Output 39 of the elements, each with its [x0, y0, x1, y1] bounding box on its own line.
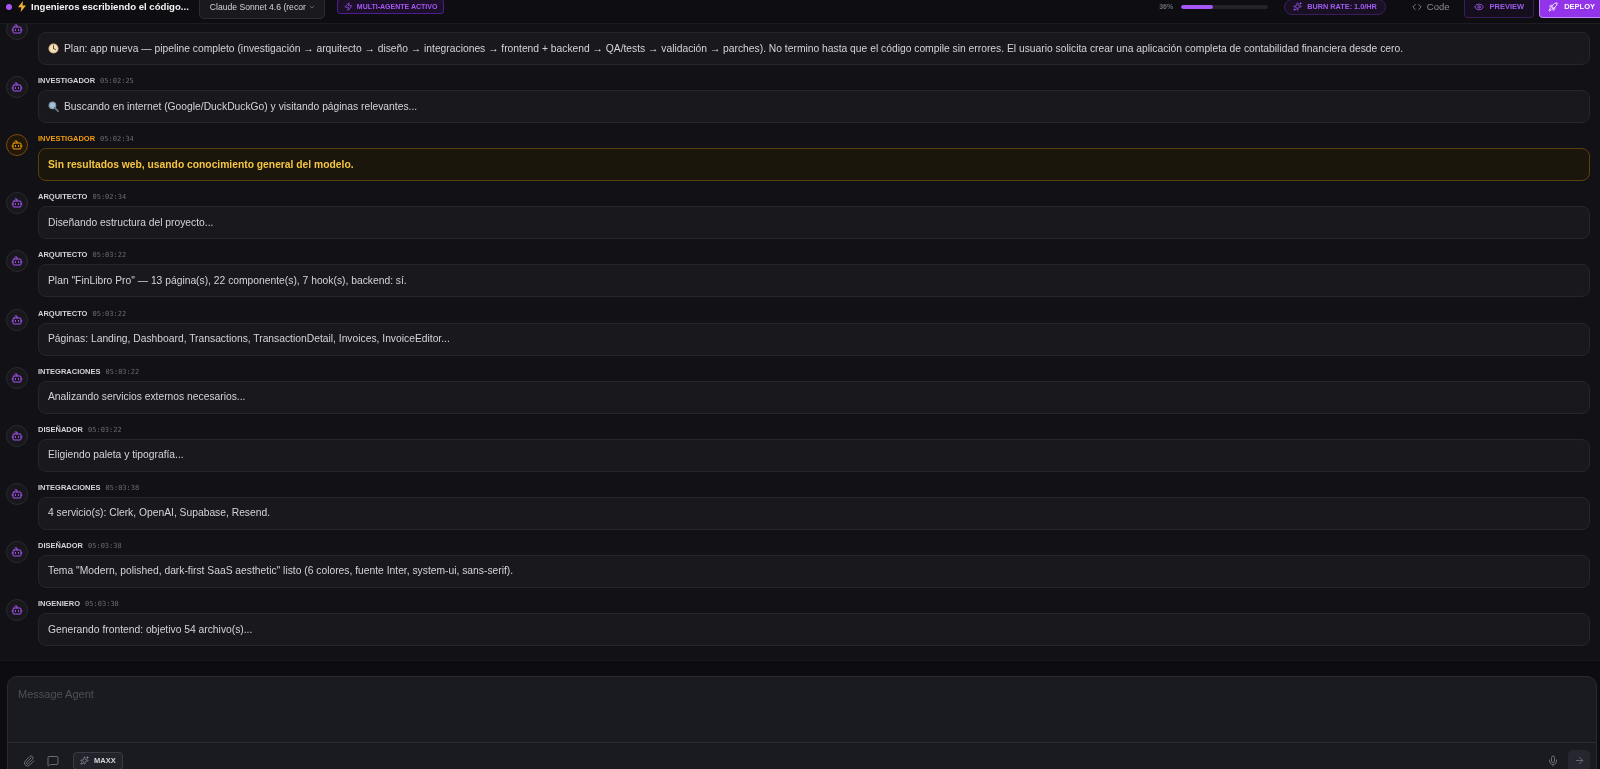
- paperclip-icon[interactable]: [23, 754, 35, 767]
- model-dropdown[interactable]: Claude Sonnet 4.6 (recor: [198, 0, 325, 19]
- lightning-icon: [18, 1, 26, 12]
- rocket-icon: [1548, 1, 1559, 12]
- arrow-right-icon: [1573, 755, 1585, 766]
- robot-icon: [6, 482, 28, 505]
- microphone-icon[interactable]: [1547, 754, 1559, 767]
- sparkles-icon: [80, 756, 89, 765]
- robot-icon: [6, 308, 28, 331]
- message-text: Analizando servicios externos necesarios...: [48, 390, 246, 405]
- robot-icon: [6, 540, 28, 563]
- send-button[interactable]: [1568, 749, 1590, 769]
- code-tab[interactable]: Code: [1411, 1, 1450, 12]
- message-text: Plan "FinLibro Pro" — 13 página(s), 22 componente(s), 7 hook(s), backend: sí.: [48, 273, 407, 288]
- robot-icon: [6, 366, 28, 389]
- message-text: 4 servicio(s): Clerk, OpenAI, Supabase, Resend.: [48, 506, 271, 521]
- message-text: Eligiendo paleta y tipografía...: [48, 448, 184, 463]
- sparkles-icon: [1293, 2, 1303, 11]
- clock-icon: [48, 43, 59, 55]
- message-text: Diseñando estructura del proyecto...: [48, 215, 214, 230]
- message-field[interactable]: Message Agent: [7, 676, 1597, 743]
- eye-icon: [1473, 1, 1484, 12]
- code-icon: [1411, 1, 1422, 12]
- search-icon: [48, 101, 59, 113]
- robot-icon: [6, 192, 28, 215]
- message-text: Páginas: Landing, Dashboard, Transactions, TransactionDetail, Invoices, InvoiceEditor...: [48, 332, 450, 347]
- chat-title: Ingenieros escribiendo el código...: [31, 1, 189, 12]
- lightning-icon: [343, 2, 353, 11]
- message-text: Tema "Modern, polished, dark-first SaaS aesthetic" listo (6 colores, fuente Inter, system-ui, sans-serif).: [48, 564, 514, 579]
- robot-icon: [6, 76, 28, 99]
- robot-icon: [6, 599, 28, 621]
- speech-bubble-icon[interactable]: [47, 754, 59, 767]
- robot-icon: [6, 250, 28, 273]
- message-text: Buscando en internet (Google/DuckDuckGo) y visitando páginas relevantes...: [64, 99, 418, 114]
- message-text: Sin resultados web, usando conocimiento general del modelo.: [48, 157, 354, 172]
- robot-icon: [6, 134, 28, 157]
- message-text: Plan: app nueva — pipeline completo (investigación → arquitecto → diseño → integraciones → frontend + backend → QA/tests → validación → parches). No termino hasta que el código compile sin errores. El usuario solicita crear una aplicación completa de contabilidad financiera desde cero.: [64, 41, 1404, 56]
- robot-icon: [6, 424, 28, 447]
- message-text: Generando frontend: objetivo 54 archivo(s)...: [48, 622, 253, 637]
